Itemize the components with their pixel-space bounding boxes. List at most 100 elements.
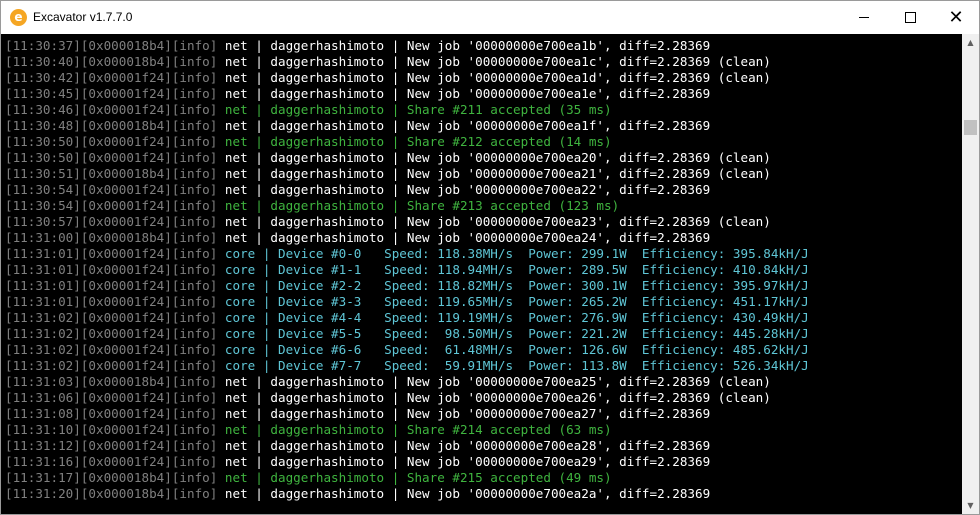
log-level: [info] bbox=[171, 70, 218, 85]
log-line: [11:30:50][0x00001f24][info] net | dagge… bbox=[5, 134, 612, 150]
log-thread-id: [0x00001f24] bbox=[80, 406, 172, 421]
log-message: core | Device #1-1 Speed: 118.94MH/s Pow… bbox=[217, 262, 809, 277]
log-message: net | daggerhashimoto | Share #212 accep… bbox=[217, 134, 612, 149]
log-timestamp: [11:31:03] bbox=[5, 374, 81, 389]
log-message: net | daggerhashimoto | Share #213 accep… bbox=[217, 198, 620, 213]
log-message: net | daggerhashimoto | New job '0000000… bbox=[217, 182, 711, 197]
log-message: net | daggerhashimoto | New job '0000000… bbox=[217, 38, 711, 53]
log-line: [11:31:02][0x00001f24][info] core | Devi… bbox=[5, 310, 809, 326]
log-line: [11:31:01][0x00001f24][info] core | Devi… bbox=[5, 246, 809, 262]
log-line: [11:30:45][0x00001f24][info] net | dagge… bbox=[5, 86, 710, 102]
log-timestamp: [11:31:02] bbox=[5, 358, 81, 373]
log-thread-id: [0x00001f24] bbox=[80, 438, 172, 453]
log-level: [info] bbox=[171, 198, 218, 213]
log-line: [11:31:12][0x00001f24][info] net | dagge… bbox=[5, 438, 710, 454]
maximize-button[interactable] bbox=[887, 1, 933, 34]
log-level: [info] bbox=[171, 406, 218, 421]
log-thread-id: [0x00001f24] bbox=[80, 390, 172, 405]
log-message: net | daggerhashimoto | New job '0000000… bbox=[217, 118, 711, 133]
log-thread-id: [0x00001f24] bbox=[80, 134, 172, 149]
close-icon: ✕ bbox=[948, 6, 964, 28]
log-level: [info] bbox=[171, 310, 218, 325]
log-message: core | Device #5-5 Speed: 98.50MH/s Powe… bbox=[217, 326, 809, 341]
log-thread-id: [0x000018b4] bbox=[80, 374, 172, 389]
log-timestamp: [11:31:01] bbox=[5, 294, 81, 309]
log-level: [info] bbox=[171, 214, 218, 229]
log-message: net | daggerhashimoto | New job '0000000… bbox=[217, 438, 711, 453]
log-timestamp: [11:31:12] bbox=[5, 438, 81, 453]
log-timestamp: [11:31:06] bbox=[5, 390, 81, 405]
log-level: [info] bbox=[171, 134, 218, 149]
log-thread-id: [0x00001f24] bbox=[80, 86, 172, 101]
log-thread-id: [0x00001f24] bbox=[80, 358, 172, 373]
log-line: [11:30:54][0x00001f24][info] net | dagge… bbox=[5, 198, 619, 214]
log-level: [info] bbox=[171, 294, 218, 309]
scrollbar-thumb[interactable] bbox=[964, 120, 977, 135]
log-timestamp: [11:30:51] bbox=[5, 166, 81, 181]
log-thread-id: [0x00001f24] bbox=[80, 294, 172, 309]
log-level: [info] bbox=[171, 326, 218, 341]
log-line: [11:30:40][0x000018b4][info] net | dagge… bbox=[5, 54, 771, 70]
log-level: [info] bbox=[171, 166, 218, 181]
log-timestamp: [11:31:01] bbox=[5, 246, 81, 261]
vertical-scrollbar[interactable]: ▲ ▼ bbox=[962, 34, 979, 514]
log-message: net | daggerhashimoto | New job '0000000… bbox=[217, 406, 711, 421]
log-thread-id: [0x00001f24] bbox=[80, 150, 172, 165]
log-message: net | daggerhashimoto | New job '0000000… bbox=[217, 390, 771, 405]
log-thread-id: [0x00001f24] bbox=[80, 326, 172, 341]
log-thread-id: [0x000018b4] bbox=[80, 486, 172, 501]
log-message: core | Device #4-4 Speed: 119.19MH/s Pow… bbox=[217, 310, 809, 325]
log-message: net | daggerhashimoto | New job '0000000… bbox=[217, 230, 711, 245]
log-level: [info] bbox=[171, 118, 218, 133]
log-thread-id: [0x00001f24] bbox=[80, 198, 172, 213]
log-timestamp: [11:31:02] bbox=[5, 342, 81, 357]
title-bar[interactable]: e Excavator v1.7.7.0 ✕ bbox=[1, 1, 979, 34]
log-level: [info] bbox=[171, 182, 218, 197]
log-timestamp: [11:30:48] bbox=[5, 118, 81, 133]
log-timestamp: [11:30:50] bbox=[5, 150, 81, 165]
log-timestamp: [11:30:46] bbox=[5, 102, 81, 117]
log-line: [11:31:10][0x00001f24][info] net | dagge… bbox=[5, 422, 612, 438]
scroll-down-arrow-icon[interactable]: ▼ bbox=[962, 497, 979, 514]
log-line: [11:31:17][0x000018b4][info] net | dagge… bbox=[5, 470, 612, 486]
log-message: net | daggerhashimoto | New job '0000000… bbox=[217, 486, 711, 501]
log-message: net | daggerhashimoto | Share #214 accep… bbox=[217, 422, 612, 437]
log-timestamp: [11:30:57] bbox=[5, 214, 81, 229]
log-timestamp: [11:31:02] bbox=[5, 310, 81, 325]
console-window: e Excavator v1.7.7.0 ✕ [11:30:37][0x0000… bbox=[0, 0, 980, 515]
log-level: [info] bbox=[171, 438, 218, 453]
log-timestamp: [11:30:37] bbox=[5, 38, 81, 53]
log-timestamp: [11:31:01] bbox=[5, 262, 81, 277]
close-button[interactable]: ✕ bbox=[933, 1, 979, 34]
log-line: [11:31:20][0x000018b4][info] net | dagge… bbox=[5, 486, 710, 502]
log-thread-id: [0x00001f24] bbox=[80, 246, 172, 261]
minimize-button[interactable] bbox=[841, 1, 887, 34]
log-thread-id: [0x000018b4] bbox=[80, 118, 172, 133]
log-line: [11:31:16][0x00001f24][info] net | dagge… bbox=[5, 454, 710, 470]
log-thread-id: [0x00001f24] bbox=[80, 102, 172, 117]
log-level: [info] bbox=[171, 278, 218, 293]
log-timestamp: [11:31:20] bbox=[5, 486, 81, 501]
excavator-app-icon[interactable]: e bbox=[10, 9, 27, 26]
log-level: [info] bbox=[171, 246, 218, 261]
log-message: core | Device #3-3 Speed: 119.65MH/s Pow… bbox=[217, 294, 809, 309]
log-level: [info] bbox=[171, 38, 218, 53]
log-level: [info] bbox=[171, 150, 218, 165]
log-thread-id: [0x000018b4] bbox=[80, 166, 172, 181]
log-thread-id: [0x00001f24] bbox=[80, 422, 172, 437]
log-line: [11:31:02][0x00001f24][info] core | Devi… bbox=[5, 342, 809, 358]
log-line: [11:31:08][0x00001f24][info] net | dagge… bbox=[5, 406, 710, 422]
log-level: [info] bbox=[171, 262, 218, 277]
log-timestamp: [11:30:42] bbox=[5, 70, 81, 85]
log-message: core | Device #2-2 Speed: 118.82MH/s Pow… bbox=[217, 278, 809, 293]
log-thread-id: [0x000018b4] bbox=[80, 38, 172, 53]
log-timestamp: [11:30:50] bbox=[5, 134, 81, 149]
log-message: core | Device #7-7 Speed: 59.91MH/s Powe… bbox=[217, 358, 809, 373]
log-message: net | daggerhashimoto | New job '0000000… bbox=[217, 54, 771, 69]
log-line: [11:30:50][0x00001f24][info] net | dagge… bbox=[5, 150, 771, 166]
console-output[interactable]: [11:30:37][0x000018b4][info] net | dagge… bbox=[1, 34, 962, 514]
minimize-icon bbox=[859, 17, 869, 18]
log-line: [11:31:03][0x000018b4][info] net | dagge… bbox=[5, 374, 771, 390]
log-message: net | daggerhashimoto | New job '0000000… bbox=[217, 70, 771, 85]
scroll-up-arrow-icon[interactable]: ▲ bbox=[962, 34, 979, 51]
